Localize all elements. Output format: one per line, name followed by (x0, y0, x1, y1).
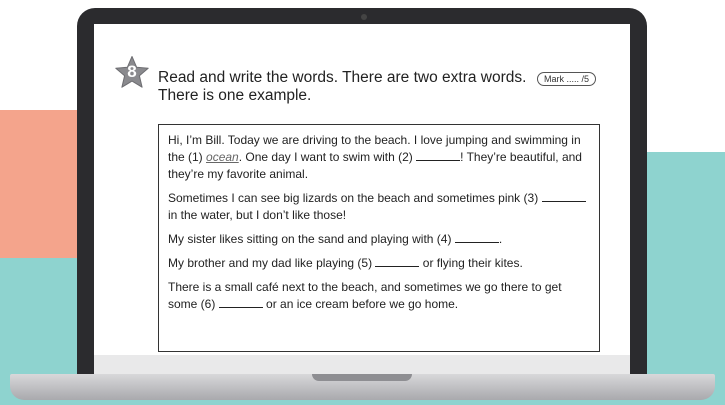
paragraph-3-text-b: . (498, 232, 503, 246)
paragraph-4-text-a: My brother and my dad like playing (5) (168, 256, 376, 270)
paragraph-1-text-b: . One day I want to swim with (2) (238, 150, 417, 164)
screen-bottom-bar (94, 355, 630, 375)
laptop-screen: 8 Read and write the words. There are tw… (94, 24, 630, 375)
answer-blank-5[interactable] (375, 255, 420, 267)
laptop-base (10, 374, 715, 400)
paragraph-5-text-b: or an ice cream before we go home. (262, 297, 459, 311)
webcam-icon (361, 14, 367, 20)
paragraph-4: My brother and my dad like playing (5) o… (168, 255, 590, 272)
paragraph-2: Sometimes I can see big lizards on the b… (168, 190, 590, 224)
paragraph-3: My sister likes sitting on the sand and … (168, 231, 590, 248)
answer-blank-2[interactable] (416, 149, 461, 161)
answer-blank-6[interactable] (218, 296, 263, 308)
paragraph-2-text-b: in the water, but I don’t like those! (168, 208, 347, 222)
paragraph-1: Hi, I’m Bill. Today we are driving to th… (168, 132, 590, 183)
paragraph-4-text-b: or flying their kites. (419, 256, 523, 270)
laptop-base-notch (312, 374, 412, 381)
exercise-number: 8 (127, 62, 137, 81)
exercise-instruction: Read and write the words. There are two … (158, 69, 527, 104)
paragraph-2-text-a: Sometimes I can see big lizards on the b… (168, 191, 542, 205)
paragraph-3-text-a: My sister likes sitting on the sand and … (168, 232, 455, 246)
example-answer: ocean (206, 150, 239, 164)
paragraph-5: There is a small café next to the beach,… (168, 279, 590, 313)
reading-text-box: Hi, I’m Bill. Today we are driving to th… (158, 124, 600, 352)
answer-blank-3[interactable] (541, 190, 586, 202)
mark-badge: Mark ..... /5 (537, 72, 597, 86)
answer-blank-4[interactable] (454, 231, 499, 243)
